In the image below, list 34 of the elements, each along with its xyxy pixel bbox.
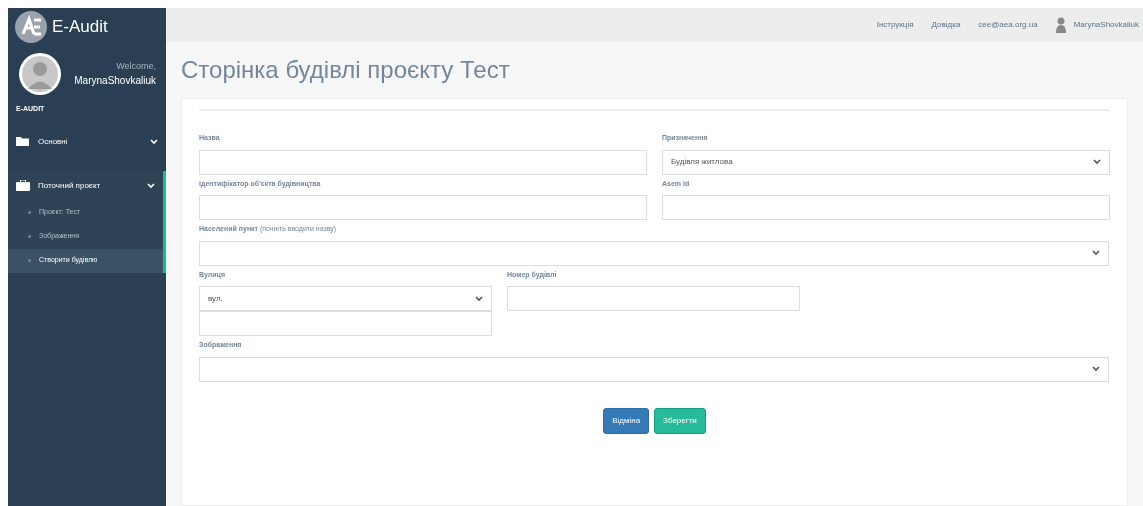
bullet-icon (28, 211, 31, 214)
nav-link[interactable]: Інструкція (876, 19, 914, 31)
chevron-icon (1093, 159, 1101, 165)
input-field[interactable] (662, 195, 1110, 220)
brand-title[interactable]: E-Audit (52, 14, 108, 40)
select-field[interactable] (199, 240, 1109, 266)
folder-icon (16, 136, 30, 147)
input-field[interactable] (199, 149, 647, 175)
logo-icon (14, 10, 48, 44)
chevron-icon (147, 182, 155, 189)
chevron-icon (150, 138, 158, 145)
chevron-icon (1092, 366, 1100, 372)
cancel-button[interactable]: Відміна (603, 407, 650, 434)
bullet-icon (28, 259, 31, 262)
sidebar-item[interactable]: Основні (8, 126, 166, 157)
select-field[interactable]: вул. (199, 286, 492, 311)
input-field[interactable] (507, 286, 800, 311)
nav-link[interactable]: cee@aea.org.ua (978, 19, 1038, 31)
select-field[interactable]: Будівля житлова (662, 149, 1110, 175)
chevron-icon (1092, 250, 1100, 256)
nav-link[interactable]: Довідка (931, 19, 961, 31)
page-title: Сторінка будівлі проєкту Тест (181, 55, 511, 85)
input-field[interactable] (199, 311, 492, 336)
user-menu[interactable]: MarynaShovkaliuk (1073, 19, 1139, 31)
user-icon (1055, 17, 1066, 33)
sidebar-item[interactable]: Поточний проєкт (8, 170, 163, 201)
input-field[interactable] (199, 195, 647, 220)
briefcase-icon (16, 180, 30, 191)
bullet-icon (28, 235, 31, 238)
select-field[interactable] (199, 356, 1109, 382)
chevron-icon (475, 295, 483, 302)
user-name: MarynaShovkaliuk (74, 74, 156, 89)
welcome-text: Welcome, (116, 59, 156, 73)
avatar-icon (18, 52, 62, 96)
